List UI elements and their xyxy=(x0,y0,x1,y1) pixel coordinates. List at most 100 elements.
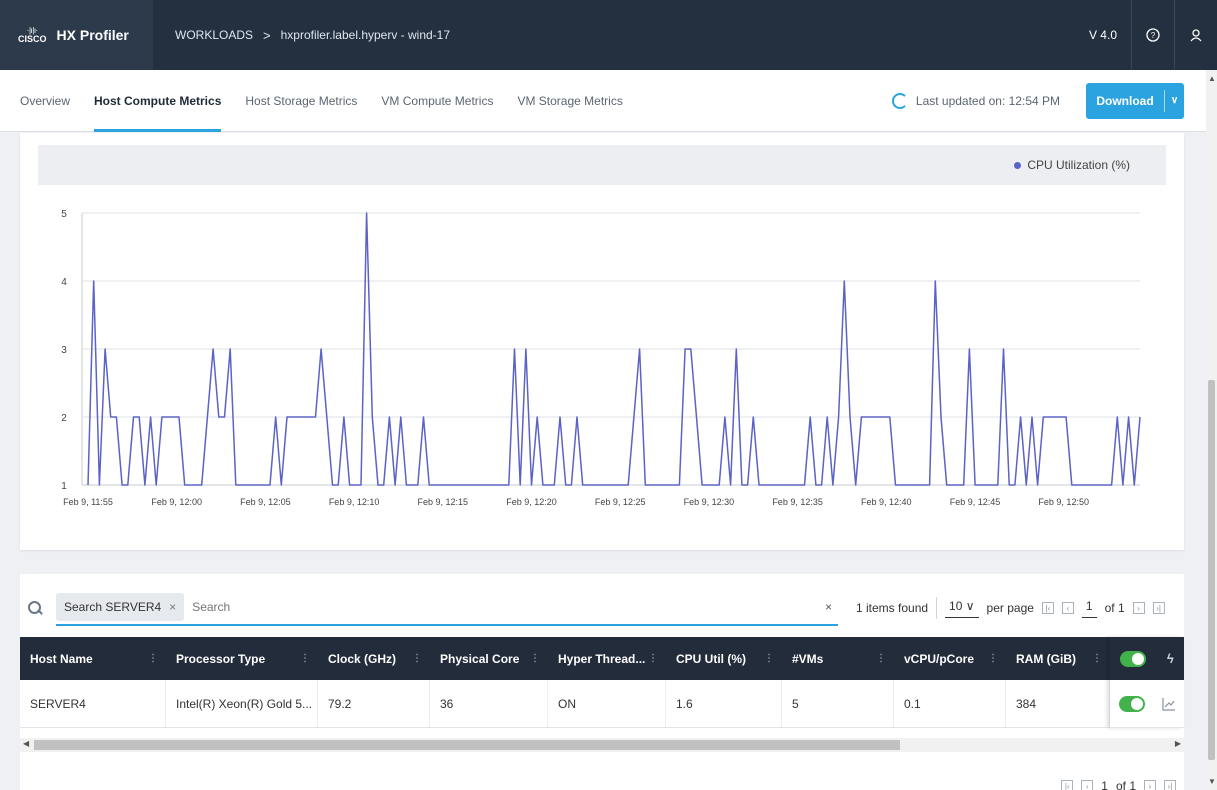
breadcrumb-workloads[interactable]: WORKLOADS xyxy=(175,28,253,42)
chevron-down-icon: ∨ xyxy=(965,598,975,613)
tabs-actions: Last updated on: 12:54 PM Download ∨ xyxy=(891,82,1206,119)
column-menu-icon[interactable]: ⋮ xyxy=(764,653,774,664)
prev-page-icon[interactable]: ‹ xyxy=(1081,780,1094,790)
horizontal-scroll-thumb[interactable] xyxy=(34,740,900,750)
column-header-label: Clock (GHz) xyxy=(328,651,397,666)
tab-overview[interactable]: Overview xyxy=(0,70,82,132)
cpu-utilization-chart: 1 2 3 4 5 Feb 9, 11:55 Feb 9, 12:00 Feb 9, 12:0… xyxy=(61,209,1141,507)
column-header-vms[interactable]: #VMs ⋮ xyxy=(782,637,894,680)
table-header: Host Name ⋮ Processor Type ⋮ Clock (GHz) ⋮ … xyxy=(20,637,1184,680)
column-menu-icon[interactable]: ⋮ xyxy=(1092,653,1102,664)
x-tick-label: Feb 9, 12:05 xyxy=(240,497,291,507)
cell-physical-core: 36 xyxy=(430,680,548,727)
column-menu-icon[interactable]: ⋮ xyxy=(530,653,540,664)
breadcrumb-current: hxprofiler.label.hyperv - wind-17 xyxy=(280,28,451,42)
x-tick-label: Feb 9, 12:30 xyxy=(684,497,735,507)
download-label: Download xyxy=(1096,93,1154,108)
column-menu-icon[interactable]: ⋮ xyxy=(876,653,886,664)
cell-clock: 79.2 xyxy=(318,680,430,727)
next-page-icon[interactable]: › xyxy=(1144,780,1156,790)
search-input[interactable] xyxy=(192,600,817,614)
help-button[interactable]: ? xyxy=(1131,0,1174,70)
x-tick-label: Feb 9, 12:10 xyxy=(329,497,380,507)
download-button[interactable]: Download ∨ xyxy=(1086,82,1184,119)
x-tick-label: Feb 9, 12:00 xyxy=(151,497,202,507)
cell-processor-type: Intel(R) Xeon(R) Gold 5... xyxy=(166,680,318,727)
x-tick-label: Feb 9, 12:35 xyxy=(772,497,823,507)
close-icon[interactable]: × xyxy=(169,600,176,614)
x-tick-label: Feb 9, 11:55 xyxy=(63,497,113,507)
table-toolbar: Search SERVER4 × × 1 items found 10 ∨ pe… xyxy=(20,588,1184,628)
vertical-scrollbar[interactable]: ▲ ▼ xyxy=(1206,70,1217,790)
column-menu-icon[interactable]: ⋮ xyxy=(988,653,998,664)
app-name: HX Profiler xyxy=(56,27,129,43)
column-header-label: Physical Core xyxy=(440,651,520,666)
search-field[interactable]: Search SERVER4 × × xyxy=(56,590,838,626)
y-tick-label: 3 xyxy=(61,345,67,356)
top-navigation-bar: ·|ı|ı· CISCO HX Profiler WORKLOADS > hxp… xyxy=(0,0,1217,70)
column-header-cpu-util[interactable]: CPU Util (%) ⋮ xyxy=(666,637,782,680)
per-page-label: per page xyxy=(986,601,1034,615)
cell-host-name: SERVER4 xyxy=(20,680,166,727)
items-found-count: 1 items found xyxy=(856,601,929,615)
refresh-icon[interactable] xyxy=(891,92,908,109)
column-header-physical-core[interactable]: Physical Core ⋮ xyxy=(430,637,548,680)
table-row[interactable]: SERVER4 Intel(R) Xeon(R) Gold 5... 79.2 … xyxy=(20,680,1184,728)
column-header-ram[interactable]: RAM (GiB) ⋮ xyxy=(1006,637,1110,680)
cell-cpu-util: 1.6 xyxy=(666,680,782,727)
per-page-select[interactable]: 10 ∨ xyxy=(945,599,979,618)
scroll-right-icon[interactable]: ▶ xyxy=(1175,739,1181,748)
column-header-clock[interactable]: Clock (GHz) ⋮ xyxy=(318,637,430,680)
x-tick-label: Feb 9, 12:40 xyxy=(861,497,912,507)
column-header-label: Host Name xyxy=(30,651,93,666)
cell-vcpu-pcore: 0.1 xyxy=(894,680,1006,727)
prev-page-icon[interactable]: ‹ xyxy=(1061,602,1074,614)
column-header-host-name[interactable]: Host Name ⋮ xyxy=(20,637,166,680)
scroll-left-icon[interactable]: ◀ xyxy=(23,739,29,748)
column-menu-icon[interactable]: ⋮ xyxy=(412,653,422,664)
pager-divider xyxy=(936,597,938,619)
metrics-tabs-bar: Overview Host Compute Metrics Host Stora… xyxy=(0,70,1206,132)
column-header-label: Hyper Thread... xyxy=(558,651,646,666)
chevron-down-icon[interactable]: ∨ xyxy=(1164,89,1184,112)
sticky-actions-column-shadow xyxy=(1110,637,1184,728)
clear-search-icon[interactable]: × xyxy=(825,600,832,614)
help-circle-icon: ? xyxy=(1146,28,1160,42)
scroll-up-icon[interactable]: ▲ xyxy=(1208,74,1216,83)
tab-host-compute-metrics[interactable]: Host Compute Metrics xyxy=(82,70,233,132)
x-tick-label: Feb 9, 12:50 xyxy=(1038,497,1089,507)
cell-vms: 5 xyxy=(782,680,894,727)
table-pager: 1 items found 10 ∨ per page |‹ ‹ 1 of 1 … xyxy=(856,597,1165,619)
y-tick-label: 4 xyxy=(61,277,67,288)
column-header-processor-type[interactable]: Processor Type ⋮ xyxy=(166,637,318,680)
scroll-down-icon[interactable]: ▼ xyxy=(1208,777,1216,786)
column-header-vcpu-pcore[interactable]: vCPU/pCore ⋮ xyxy=(894,637,1006,680)
user-button[interactable] xyxy=(1174,0,1217,70)
per-page-value: 10 xyxy=(949,598,963,613)
cell-hyper-thread: ON xyxy=(548,680,666,727)
last-page-icon[interactable]: ›| xyxy=(1152,602,1165,614)
cell-ram: 384 xyxy=(1006,680,1110,727)
tab-vm-storage-metrics[interactable]: VM Storage Metrics xyxy=(505,70,634,132)
hosts-table-card: Search SERVER4 × × 1 items found 10 ∨ pe… xyxy=(20,574,1184,790)
next-page-icon[interactable]: › xyxy=(1132,602,1145,614)
page-number-input[interactable]: 1 xyxy=(1081,599,1097,618)
cisco-logo: ·|ı|ı· CISCO xyxy=(18,26,47,44)
column-header-hyper-thread[interactable]: Hyper Thread... ⋮ xyxy=(548,637,666,680)
horizontal-scrollbar[interactable]: ◀ ▶ xyxy=(20,738,1184,752)
bottom-page-of-label: of 1 xyxy=(1115,779,1136,790)
column-menu-icon[interactable]: ⋮ xyxy=(148,653,158,664)
last-page-icon[interactable]: ›| xyxy=(1164,780,1176,790)
vertical-scroll-thumb[interactable] xyxy=(1208,380,1215,760)
first-page-icon[interactable]: |‹ xyxy=(1041,602,1054,614)
x-tick-label: Feb 9, 12:25 xyxy=(595,497,646,507)
brand[interactable]: ·|ı|ı· CISCO HX Profiler xyxy=(0,0,153,70)
tab-host-storage-metrics[interactable]: Host Storage Metrics xyxy=(233,70,369,132)
search-filter-chip[interactable]: Search SERVER4 × xyxy=(56,593,185,621)
tab-vm-compute-metrics[interactable]: VM Compute Metrics xyxy=(369,70,505,132)
bottom-page-number[interactable]: 1 xyxy=(1101,779,1108,790)
first-page-icon[interactable]: |‹ xyxy=(1061,780,1074,790)
column-menu-icon[interactable]: ⋮ xyxy=(300,653,310,664)
y-tick-label: 5 xyxy=(61,209,67,220)
column-menu-icon[interactable]: ⋮ xyxy=(648,653,658,664)
